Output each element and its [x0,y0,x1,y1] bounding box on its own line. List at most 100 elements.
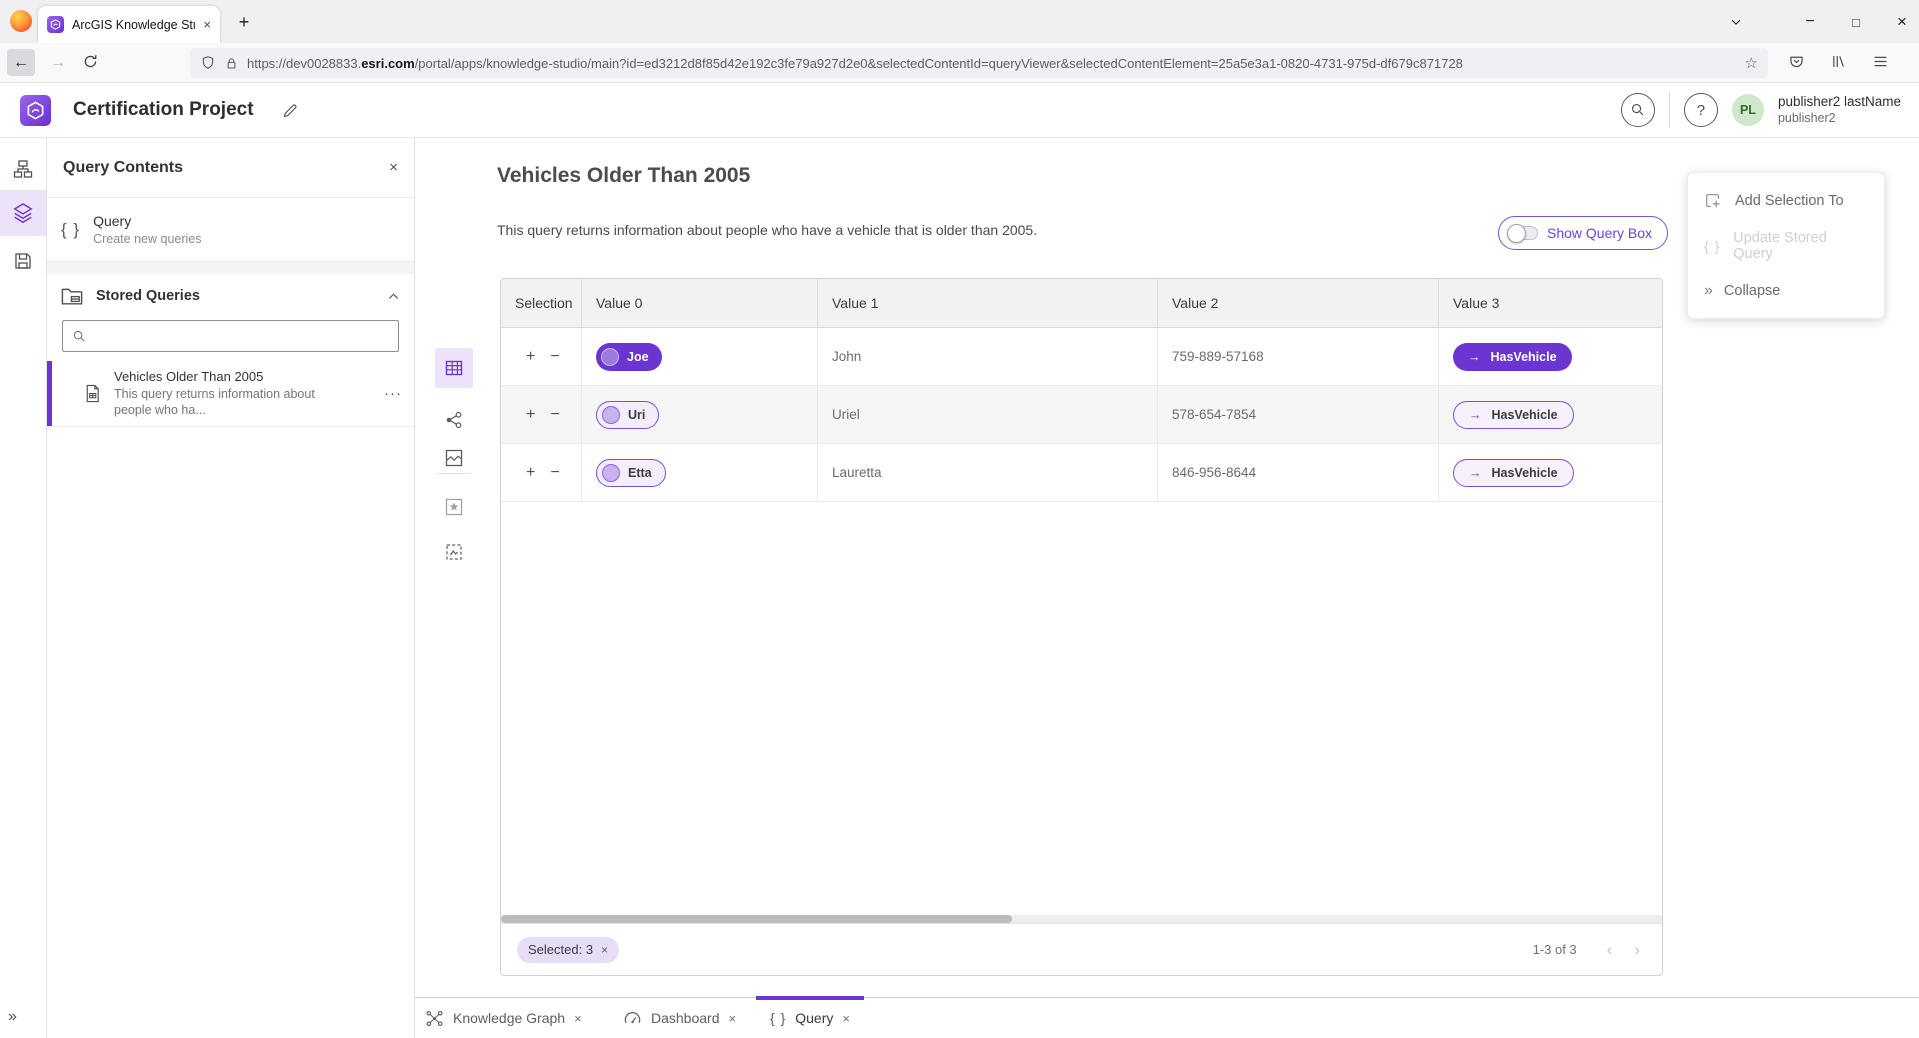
close-tab-icon[interactable]: × [574,1011,582,1026]
table-header-row: Selection Value 0 Value 1 Value 2 Value … [501,279,1662,328]
link-chart-view-button[interactable] [435,400,473,440]
table-row: + − Joe John 759-889-57168 →HasVehicle [501,328,1662,386]
shield-icon[interactable] [200,55,216,71]
column-header[interactable]: Value 0 [582,279,818,327]
stored-queries-search[interactable] [62,320,399,352]
next-page-icon[interactable]: › [1634,941,1640,958]
url-bar[interactable]: https://dev0028833.esri.com/portal/apps/… [190,48,1768,78]
reload-icon[interactable] [82,53,99,70]
search-input[interactable] [94,329,389,344]
bookmark-star-icon[interactable]: ☆ [1745,54,1758,72]
expand-rail-icon[interactable]: » [8,1008,15,1026]
new-map-from-selection-button[interactable] [435,487,473,527]
map-view-button[interactable] [435,438,473,478]
remove-from-selection-button[interactable]: − [550,465,559,481]
table-row: + − Etta Lauretta 846-956-8644 →HasVehic… [501,444,1662,502]
menu-item-label: Collapse [1724,283,1780,299]
stored-queries-header[interactable]: Stored Queries [47,274,414,318]
list-all-tabs-icon[interactable] [1722,8,1750,36]
column-header[interactable]: Value 1 [818,279,1158,327]
panel-close-icon[interactable]: × [389,159,398,176]
tab-dashboard[interactable]: Dashboard × [623,998,736,1038]
project-explorer-icon[interactable] [0,146,46,192]
edit-title-icon[interactable] [282,102,299,119]
firefox-icon[interactable] [10,10,32,32]
stored-queries-title: Stored Queries [96,288,200,304]
search-icon[interactable] [1621,93,1655,127]
page-description: This query returns information about peo… [497,222,1037,238]
knowledge-graph-icon [425,1009,444,1028]
browser-tab[interactable]: ArcGIS Knowledge Studio × [38,6,220,43]
window-close-button[interactable]: × [1888,8,1916,36]
horizontal-scrollbar[interactable] [501,915,1662,923]
arrow-right-icon: → [1469,408,1482,422]
tab-label: Query [795,1010,833,1026]
panel-title: Query Contents [63,159,183,177]
query-item[interactable]: { } Query Create new queries [47,198,414,262]
column-header[interactable]: Selection [501,279,582,327]
library-icon[interactable] [1830,53,1847,70]
contents-layers-icon[interactable] [0,190,46,236]
save-icon[interactable] [0,238,46,284]
collapse-section-icon[interactable] [386,289,401,304]
toggle-knob[interactable] [1507,224,1526,243]
clear-selection-icon[interactable]: × [601,943,608,957]
column-header[interactable]: Value 2 [1158,279,1439,327]
entity-label: Joe [627,350,649,364]
help-icon[interactable]: ? [1684,93,1718,127]
entity-pill[interactable]: Joe [596,343,662,371]
previous-page-icon[interactable]: ‹ [1607,941,1613,958]
entity-pill[interactable]: Etta [596,459,666,487]
tab-query[interactable]: { } Query × [770,998,850,1038]
app-menu-icon[interactable] [1872,53,1889,70]
url-text[interactable]: https://dev0028833.esri.com/portal/apps/… [247,56,1737,71]
back-button[interactable]: ← [7,49,35,76]
toolbar-divider [437,473,471,474]
column-header[interactable]: Value 3 [1439,279,1662,327]
browser-tab-title: ArcGIS Knowledge Studio [72,18,195,32]
toggle-track[interactable] [1508,226,1538,240]
pocket-icon[interactable] [1788,53,1805,70]
stored-query-description: This query returns information aboutpeop… [114,387,315,418]
stored-query-item[interactable]: Vehicles Older Than 2005 This query retu… [47,361,414,427]
window-minimize-button[interactable]: − [1796,8,1824,36]
braces-icon: { } [1704,238,1720,254]
new-tab-button[interactable]: + [231,9,257,35]
add-to-selection-button[interactable]: + [526,349,535,365]
add-to-selection-button[interactable]: + [526,465,535,481]
user-info[interactable]: publisher2 lastName publisher2 [1778,94,1901,127]
query-braces-icon: { } [770,1010,786,1026]
entity-pill[interactable]: Uri [596,401,659,429]
entity-icon [602,464,620,482]
close-tab-icon[interactable]: × [842,1011,850,1026]
window-maximize-button[interactable]: □ [1842,8,1870,36]
search-icon [72,329,87,344]
add-selection-icon [1704,192,1722,210]
table-empty-area [501,502,1662,915]
forward-button[interactable]: → [45,49,71,76]
show-query-box-toggle[interactable]: Show Query Box [1498,216,1668,250]
menu-item-add-selection-to[interactable]: Add Selection To [1688,178,1884,223]
tab-knowledge-graph[interactable]: Knowledge Graph × [425,998,582,1038]
selected-count-label: Selected: 3 [528,942,593,957]
relationship-pill[interactable]: →HasVehicle [1453,343,1572,371]
item-options-icon[interactable]: ··· [384,385,402,402]
close-tab-icon[interactable]: × [729,1011,737,1026]
arrow-right-icon: → [1468,350,1481,364]
add-to-selection-button[interactable]: + [526,407,535,423]
table-view-button[interactable] [435,348,473,388]
relationship-pill[interactable]: →HasVehicle [1453,459,1574,487]
stored-query-doc-icon [83,384,102,403]
scrollbar-thumb[interactable] [501,915,1012,923]
lock-icon[interactable] [224,56,239,71]
remove-from-selection-button[interactable]: − [550,407,559,423]
selected-count-chip[interactable]: Selected: 3 × [517,937,619,963]
cell-value: 846-956-8644 [1172,465,1256,480]
user-avatar[interactable]: PL [1732,94,1764,126]
remove-from-selection-button[interactable]: − [550,349,559,365]
query-viewer: Vehicles Older Than 2005 This query retu… [415,138,1919,997]
selection-tool-button[interactable] [435,532,473,572]
relationship-pill[interactable]: →HasVehicle [1453,401,1574,429]
tab-close-icon[interactable]: × [203,17,211,32]
menu-item-collapse[interactable]: » Collapse [1688,268,1884,313]
